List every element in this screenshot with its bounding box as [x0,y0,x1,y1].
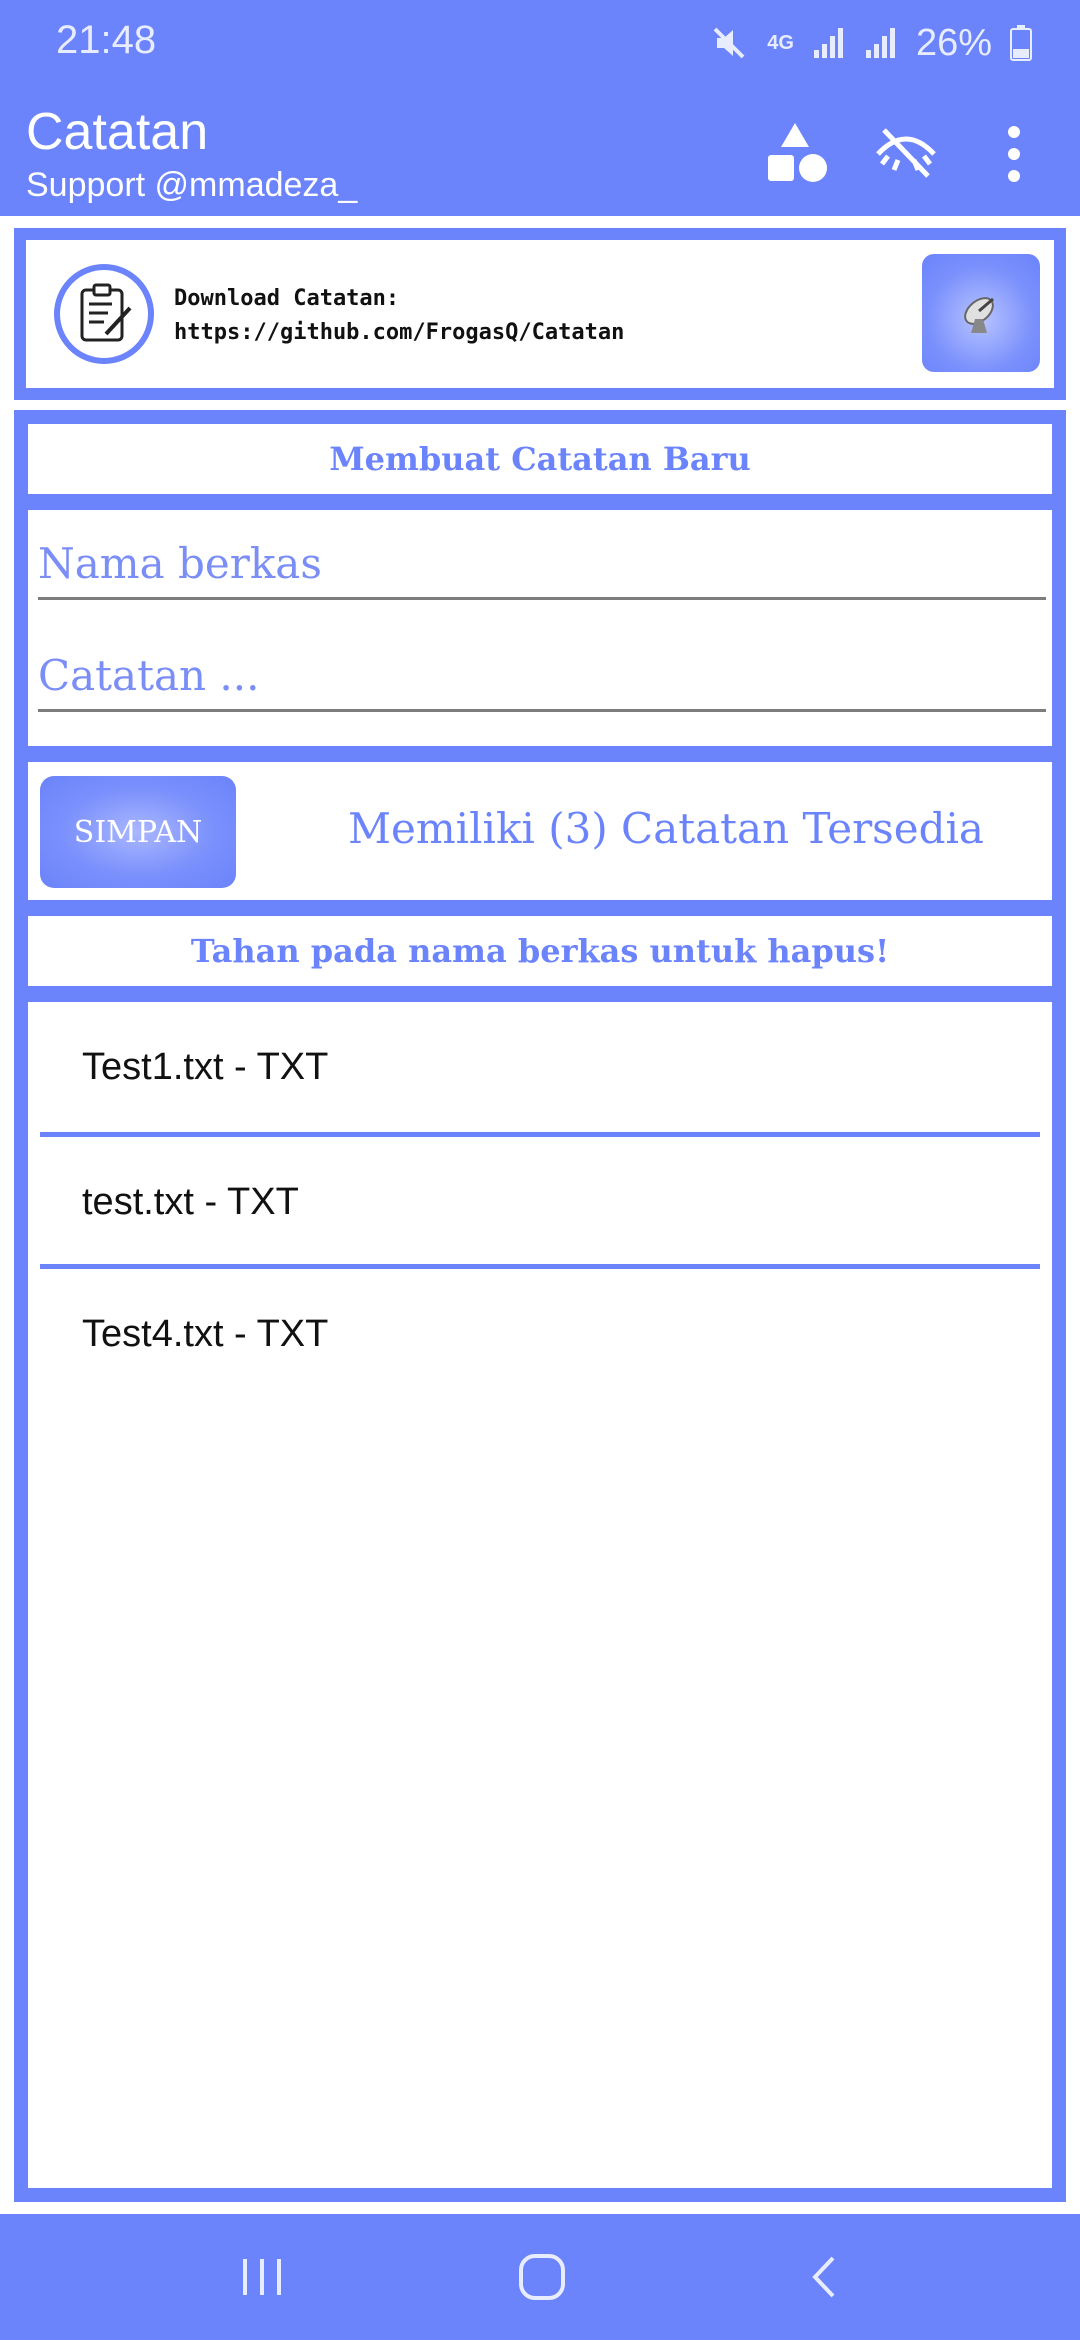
note-count-text: Memiliki (3) Catatan Tersedia [348,804,984,853]
main-frame: Membuat Catatan Baru SIMPAN Memiliki (3)… [14,410,1066,2202]
signal-icon [812,26,846,60]
new-note-header-card: Membuat Catatan Baru [28,424,1052,494]
save-button[interactable]: SIMPAN [40,776,236,888]
filename-field-wrapper [38,530,1046,600]
list-item-label: test.txt - TXT [82,1180,299,1223]
promo-link[interactable]: https://github.com/FrogasQ/Catatan [174,316,624,350]
delete-hint-card: Tahan pada nama berkas untuk hapus! [28,916,1052,986]
app-actions [762,118,1050,190]
note-field-wrapper [38,642,1046,712]
back-icon [812,2256,835,2298]
network-type: 4G [767,31,794,54]
back-button[interactable] [784,2244,864,2310]
note-form [28,510,1052,746]
promo-action-button[interactable] [922,254,1040,372]
shapes-icon [768,123,827,182]
shapes-button[interactable] [762,118,834,190]
status-icons: 4G 26% [709,18,1032,68]
battery-percent: 26% [915,21,992,64]
list-item[interactable]: Test1.txt - TXT [40,1002,1040,1132]
new-note-header: Membuat Catatan Baru [329,440,751,478]
notes-list: Test1.txt - TXT test.txt - TXT Test4.txt… [28,1002,1052,2188]
save-row: SIMPAN Memiliki (3) Catatan Tersedia [28,762,1052,900]
visibility-toggle-button[interactable] [870,118,942,190]
app-subtitle: Support @mmadeza_ [26,166,358,204]
recents-icon [243,2259,281,2295]
eye-off-icon [876,128,936,178]
satellite-dish-icon [964,297,994,333]
list-item-label: Test4.txt - TXT [82,1312,329,1355]
promo-text: Download Catatan: https://github.com/Fro… [174,282,624,350]
list-item[interactable]: test.txt - TXT [40,1137,1040,1267]
app-title: Catatan [26,103,209,161]
app-bar: Catatan Support @mmadeza_ [0,88,1080,216]
system-nav-bar [0,2214,1080,2340]
more-options-button[interactable] [978,118,1050,190]
battery-icon [1010,25,1032,61]
home-button[interactable] [502,2244,582,2310]
status-bar: 21:48 4G 26% [0,0,1080,88]
signal-icon-2 [864,26,898,60]
mute-icon [709,23,749,63]
status-time: 21:48 [56,18,157,62]
recents-button[interactable] [222,2244,302,2310]
promo-line-1: Download Catatan: [174,286,400,311]
home-icon [519,2254,565,2300]
note-input[interactable] [38,642,1046,709]
more-vert-icon [1008,126,1020,182]
delete-hint: Tahan pada nama berkas untuk hapus! [190,932,890,970]
filename-input[interactable] [38,530,1046,597]
list-item-label: Test1.txt - TXT [82,1045,329,1088]
clipboard-logo-icon [54,264,154,364]
list-item[interactable]: Test4.txt - TXT [40,1269,1040,1399]
download-promo-card: Download Catatan: https://github.com/Fro… [14,228,1066,400]
